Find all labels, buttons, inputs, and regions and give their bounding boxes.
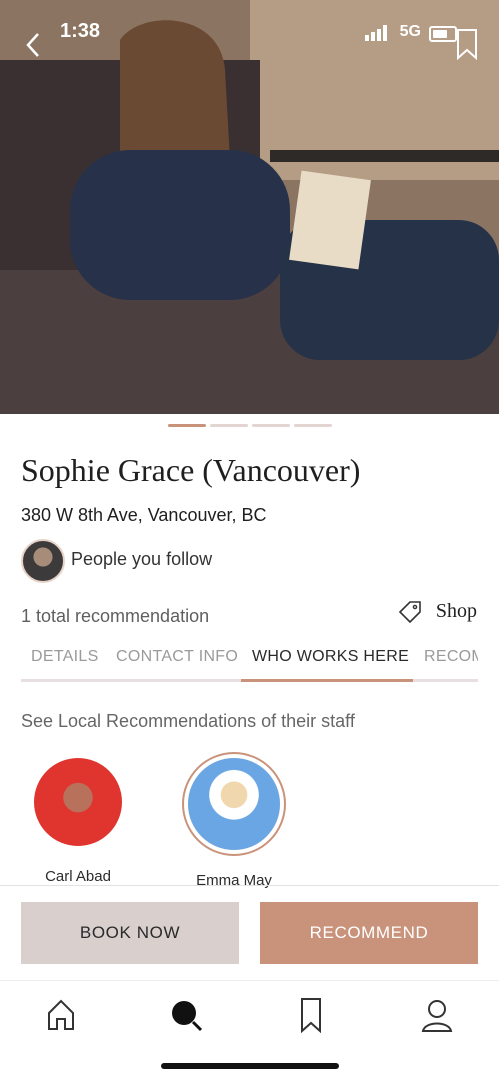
page-title: Sophie Grace (Vancouver): [21, 452, 361, 488]
divider: [0, 885, 499, 886]
section-title: See Local Recommendations of their staff: [21, 711, 355, 731]
staff-card[interactable]: Emma May: [164, 758, 304, 889]
tab-details[interactable]: DETAILS: [31, 648, 99, 666]
status-network: 5G: [399, 23, 421, 40]
home-icon[interactable]: [41, 995, 81, 1035]
shop-label: Shop: [435, 600, 477, 622]
bookmark-icon[interactable]: [291, 995, 331, 1035]
tab-recommendations[interactable]: RECOM: [424, 648, 478, 666]
carousel-dot[interactable]: [167, 424, 206, 427]
staff-name: Carl Abad: [45, 868, 111, 885]
carousel-dot[interactable]: [209, 424, 248, 427]
carousel-indicator: [0, 424, 499, 430]
shop-link[interactable]: Shop: [398, 600, 477, 626]
recommend-button[interactable]: RECOMMEND: [260, 902, 478, 964]
status-time: 1:38: [60, 20, 101, 42]
home-indicator: [161, 1063, 339, 1069]
carousel-dot[interactable]: [293, 424, 332, 427]
hero-photo: 1:38 5G: [0, 0, 499, 414]
status-bar: 1:38 5G: [0, 0, 499, 70]
people-you-follow-label: People you follow: [71, 549, 213, 569]
book-now-button[interactable]: BOOK NOW: [21, 902, 239, 964]
bookmark-icon[interactable]: [455, 28, 479, 60]
tab-contact-info[interactable]: CONTACT INFO: [116, 648, 238, 666]
tab-active-indicator: [241, 679, 413, 682]
recommendation-count: 1 total recommendation: [21, 606, 210, 626]
profile-icon[interactable]: [417, 995, 457, 1035]
tab-who-works-here[interactable]: WHO WORKS HERE: [252, 648, 409, 666]
staff-card[interactable]: Carl Abad: [8, 758, 148, 885]
tag-icon: [398, 601, 421, 624]
battery-icon: [429, 26, 457, 42]
address-text: 380 W 8th Ave, Vancouver, BC: [21, 505, 267, 525]
tab-bar: DETAILS CONTACT INFO WHO WORKS HERE RECO…: [21, 640, 478, 682]
staff-avatar[interactable]: [34, 758, 122, 846]
signal-icon: [365, 25, 387, 41]
staff-avatar[interactable]: [188, 758, 280, 850]
avatar: [21, 539, 65, 583]
staff-name: Emma May: [196, 872, 272, 889]
chevron-left-icon[interactable]: [22, 30, 46, 60]
carousel-dot[interactable]: [251, 424, 290, 427]
search-icon[interactable]: [166, 995, 206, 1035]
